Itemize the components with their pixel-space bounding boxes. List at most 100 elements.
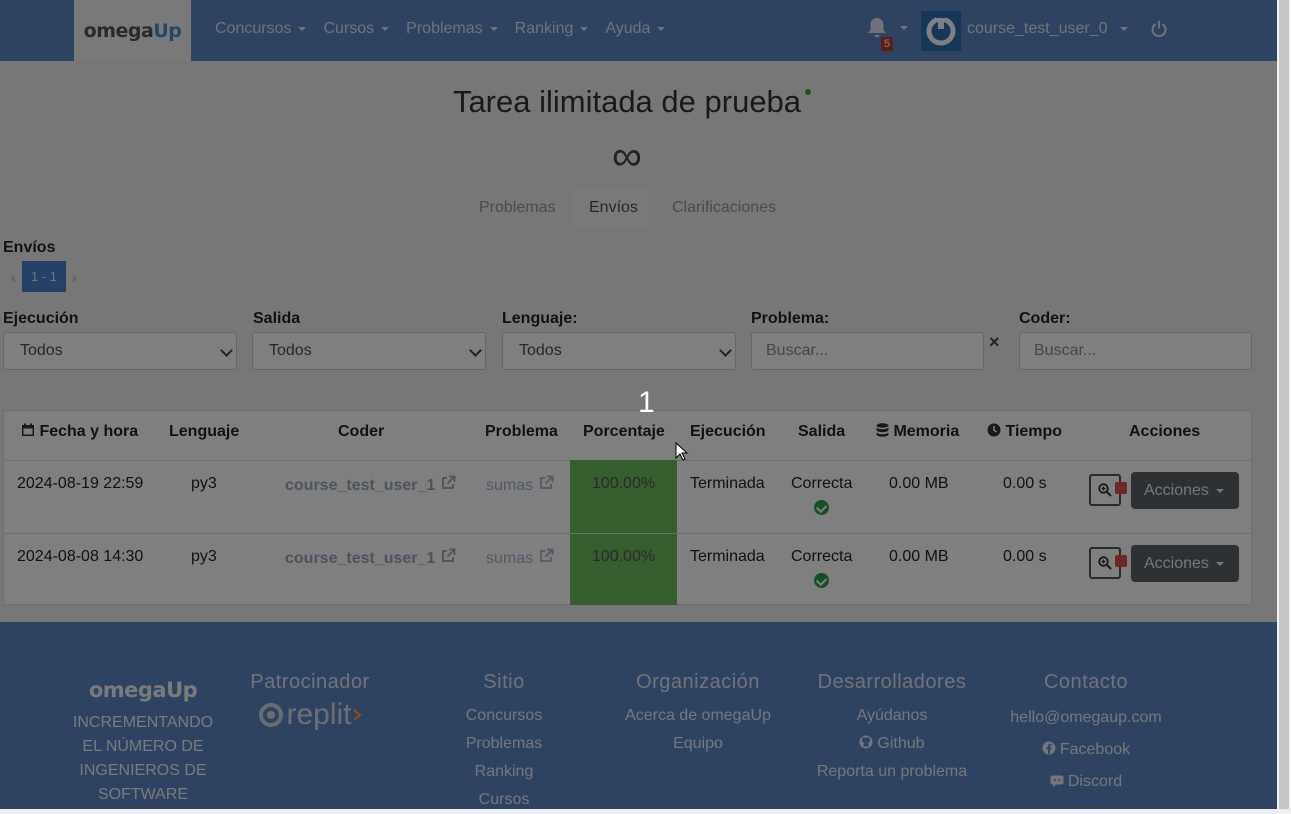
sponsor-logo[interactable]: replit bbox=[240, 698, 380, 732]
filter-ejecucion-select[interactable]: Todos bbox=[3, 332, 237, 370]
footer-link-report[interactable]: Reporta un problema bbox=[802, 758, 982, 786]
nav-cursos[interactable]: Cursos bbox=[323, 20, 390, 38]
footer-desarrolladores: Desarrolladores Ayúdanos Github Reporta … bbox=[802, 671, 982, 786]
sitio-links: Concursos Problemas Ranking Cursos bbox=[434, 702, 574, 814]
row2-problem-link[interactable]: sumas bbox=[486, 548, 554, 568]
brand-part-omega: omega bbox=[83, 19, 154, 42]
submissions-heading: Envíos bbox=[3, 239, 56, 256]
external-link-icon bbox=[539, 548, 554, 568]
footer-link-concursos[interactable]: Concursos bbox=[434, 702, 574, 730]
row2-actions-button[interactable]: Acciones bbox=[1131, 545, 1239, 582]
filter-coder-label: Coder: bbox=[1019, 310, 1071, 327]
navbar: omega Up Concursos Cursos Problemas Ranki… bbox=[0, 0, 1277, 61]
power-icon[interactable] bbox=[1150, 20, 1168, 43]
scrollbar-thumb[interactable] bbox=[1279, 0, 1289, 809]
row1-time: 0.00 s bbox=[1003, 475, 1047, 492]
footer-link-cursos[interactable]: Cursos bbox=[434, 786, 574, 814]
row1-date: 2024-08-19 22:59 bbox=[17, 475, 144, 492]
filter-lenguaje-label: Lenguaje: bbox=[502, 310, 578, 327]
pager-current[interactable]: 1 - 1 bbox=[22, 261, 66, 292]
zoom-in-icon bbox=[1098, 556, 1112, 570]
footer-link-team[interactable]: Equipo bbox=[608, 730, 788, 758]
footer-link-github[interactable]: Github bbox=[802, 730, 982, 758]
check-circle-icon bbox=[814, 573, 829, 588]
footer-link-email[interactable]: hello@omegaup.com bbox=[996, 702, 1176, 734]
footer-sitio: Sitio Concursos Problemas Ranking Cursos bbox=[434, 671, 574, 814]
clear-problem-icon[interactable]: × bbox=[989, 332, 1000, 353]
notification-count-badge: 5 bbox=[881, 37, 894, 51]
filter-lenguaje-select[interactable]: Todos bbox=[502, 332, 736, 370]
check-circle-icon bbox=[814, 500, 829, 515]
coder-label: course_test_user_1 bbox=[285, 550, 436, 567]
tab-clarificaciones[interactable]: Clarificaciones bbox=[656, 188, 792, 228]
col-date: Fecha y hora bbox=[21, 423, 138, 441]
tab-bar: Problemas Envíos Clarificaciones bbox=[0, 188, 1254, 228]
slogan-line: INGENIEROS DE bbox=[79, 762, 207, 779]
nav-ayuda[interactable]: Ayuda bbox=[605, 20, 666, 38]
footer-link-problemas[interactable]: Problemas bbox=[434, 730, 574, 758]
footer-logo-part-omega: omega bbox=[88, 678, 167, 702]
row1-problem-link[interactable]: sumas bbox=[486, 475, 554, 495]
filter-problema-label: Problema: bbox=[751, 310, 830, 327]
caret-down-icon bbox=[1119, 26, 1128, 31]
caret-down-icon bbox=[657, 26, 666, 31]
nav-label: Ranking bbox=[514, 20, 574, 37]
github-icon bbox=[859, 735, 873, 749]
pager-next[interactable]: › bbox=[66, 269, 83, 285]
status-dot-icon bbox=[805, 89, 811, 95]
brand-logo[interactable]: omega Up bbox=[74, 0, 191, 61]
desarrolladores-heading: Desarrolladores bbox=[817, 671, 967, 693]
tab-problemas[interactable]: Problemas bbox=[463, 188, 571, 228]
filter-salida-select[interactable]: Todos bbox=[252, 332, 486, 370]
footer-logo[interactable]: omegaUp bbox=[58, 678, 228, 702]
row1-actions-button[interactable]: Acciones bbox=[1131, 472, 1239, 509]
details-badge-icon bbox=[1115, 482, 1127, 494]
row2-time: 0.00 s bbox=[1003, 548, 1047, 565]
external-link-icon bbox=[441, 475, 456, 495]
col-status: Ejecución bbox=[690, 423, 766, 440]
col-date-label: Fecha y hora bbox=[39, 423, 139, 440]
contacto-heading: Contacto bbox=[1043, 671, 1129, 693]
nav-label: Ayuda bbox=[605, 20, 651, 37]
chevron-down-icon bbox=[719, 344, 732, 357]
problem-label: sumas bbox=[486, 477, 534, 494]
slogan-line: EL NÚMERO DE bbox=[82, 738, 204, 755]
pager-prev[interactable]: ‹ bbox=[5, 269, 22, 285]
col-percent: Porcentaje bbox=[583, 423, 665, 440]
replit-arrow-icon bbox=[352, 709, 362, 721]
row1-language: py3 bbox=[191, 475, 217, 492]
nav-ranking[interactable]: Ranking bbox=[515, 20, 589, 38]
tab-envios[interactable]: Envíos bbox=[573, 188, 654, 228]
row2-coder-link[interactable]: course_test_user_1 bbox=[285, 548, 456, 568]
footer-link-help[interactable]: Ayúdanos bbox=[802, 702, 982, 730]
coder-label: course_test_user_1 bbox=[285, 477, 436, 494]
slogan: INCREMENTANDO EL NÚMERO DE INGENIEROS DE… bbox=[58, 711, 228, 807]
problem-search-input[interactable]: Buscar... bbox=[751, 332, 984, 370]
user-menu[interactable]: course_test_user_0 bbox=[967, 20, 1128, 38]
coder-search-input[interactable]: Buscar... bbox=[1019, 332, 1252, 370]
nav-concursos[interactable]: Concursos bbox=[215, 20, 307, 38]
sitio-heading: Sitio bbox=[483, 671, 525, 693]
row1-coder-link[interactable]: course_test_user_1 bbox=[285, 475, 456, 495]
footer-link-facebook[interactable]: Facebook bbox=[996, 734, 1176, 766]
footer-link-about[interactable]: Acerca de omegaUp bbox=[608, 702, 788, 730]
footer-link-ranking[interactable]: Ranking bbox=[434, 758, 574, 786]
select-value: Todos bbox=[20, 342, 63, 359]
notifications-caret-icon[interactable] bbox=[900, 26, 908, 30]
footer: omegaUp INCREMENTANDO EL NÚMERO DE INGEN… bbox=[0, 622, 1277, 809]
chevron-down-icon bbox=[469, 344, 482, 357]
discord-label: Discord bbox=[1067, 773, 1123, 790]
row2-memory: 0.00 MB bbox=[889, 548, 949, 565]
actions-label: Acciones bbox=[1144, 555, 1209, 572]
col-memory: Memoria bbox=[876, 423, 959, 441]
row1-memory: 0.00 MB bbox=[889, 475, 949, 492]
discord-icon bbox=[1050, 775, 1064, 787]
organizacion-heading: Organización bbox=[636, 671, 760, 693]
organizacion-links: Acerca de omegaUp Equipo bbox=[608, 702, 788, 758]
footer-link-discord[interactable]: Discord bbox=[996, 766, 1176, 798]
nav-problemas[interactable]: Problemas bbox=[406, 20, 498, 38]
col-time: Tiempo bbox=[987, 423, 1062, 441]
filter-ejecucion-label: Ejecución bbox=[3, 310, 79, 327]
avatar[interactable] bbox=[921, 11, 961, 51]
caret-down-icon bbox=[1215, 488, 1224, 493]
